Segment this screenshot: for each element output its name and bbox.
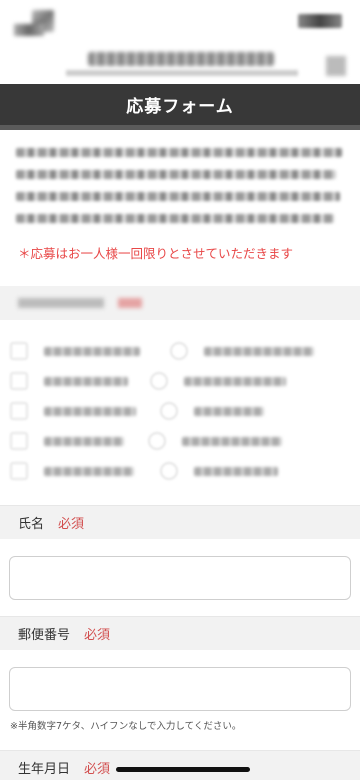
radio-button[interactable] xyxy=(148,432,166,450)
required-badge: 必須 xyxy=(58,517,85,532)
postal-field-header: 郵便番号 必須 xyxy=(0,616,360,650)
option-label-blurred xyxy=(204,347,314,356)
site-logo-blurred[interactable] xyxy=(88,52,274,66)
birthdate-field-header: 生年月日 必須 xyxy=(0,750,360,780)
name-field-header: 氏名 必須 xyxy=(0,505,360,539)
menu-icon[interactable] xyxy=(326,56,346,76)
option-label-blurred xyxy=(44,377,128,386)
status-icons-blurred xyxy=(298,14,342,28)
option-label-blurred xyxy=(184,377,286,386)
radio-button[interactable] xyxy=(160,402,178,420)
option-label-blurred xyxy=(44,347,140,356)
intro-line xyxy=(16,192,340,201)
form-title: 応募フォーム xyxy=(126,97,234,117)
intro-line xyxy=(16,170,336,179)
required-badge: 必須 xyxy=(84,628,111,643)
birthdate-label: 生年月日 xyxy=(18,762,71,777)
option-label-blurred xyxy=(44,407,136,416)
name-input[interactable] xyxy=(9,556,351,600)
name-label: 氏名 xyxy=(18,517,45,532)
option-row xyxy=(0,338,360,366)
radio-button[interactable] xyxy=(160,462,178,480)
section-label-blurred xyxy=(18,298,104,308)
required-badge: 必須 xyxy=(84,762,111,777)
option-label-blurred xyxy=(44,467,134,476)
form-title-bar: 応募フォーム xyxy=(0,84,360,130)
postal-hint: ※半角数字7ケタ、ハイフンなしで入力してください。 xyxy=(10,721,242,732)
intro-line xyxy=(16,214,334,223)
options-group-blurred xyxy=(0,330,360,492)
checkbox[interactable] xyxy=(10,342,28,360)
option-row xyxy=(0,398,360,426)
status-carrier-blurred xyxy=(14,24,44,36)
checkbox[interactable] xyxy=(10,402,28,420)
option-row xyxy=(0,428,360,456)
section-required-blurred xyxy=(118,298,142,308)
radio-button[interactable] xyxy=(150,372,168,390)
status-bar xyxy=(0,0,360,46)
option-label-blurred xyxy=(182,437,282,446)
notice-text: ＊応募はお一人様一回限りとさせていただきます xyxy=(18,246,294,261)
radio-button[interactable] xyxy=(170,342,188,360)
checkbox[interactable] xyxy=(10,462,28,480)
postal-input[interactable] xyxy=(9,667,351,711)
intro-line xyxy=(16,148,342,157)
site-subtitle-blurred xyxy=(66,70,298,76)
option-label-blurred xyxy=(194,407,264,416)
section-header-blurred xyxy=(0,286,360,320)
option-row xyxy=(0,368,360,396)
option-label-blurred xyxy=(194,467,278,476)
home-indicator[interactable] xyxy=(116,767,250,772)
option-label-blurred xyxy=(44,437,124,446)
intro-text-blurred xyxy=(16,148,346,236)
checkbox[interactable] xyxy=(10,372,28,390)
postal-label: 郵便番号 xyxy=(18,628,71,643)
site-header xyxy=(0,46,360,84)
checkbox[interactable] xyxy=(10,432,28,450)
option-row xyxy=(0,458,360,486)
